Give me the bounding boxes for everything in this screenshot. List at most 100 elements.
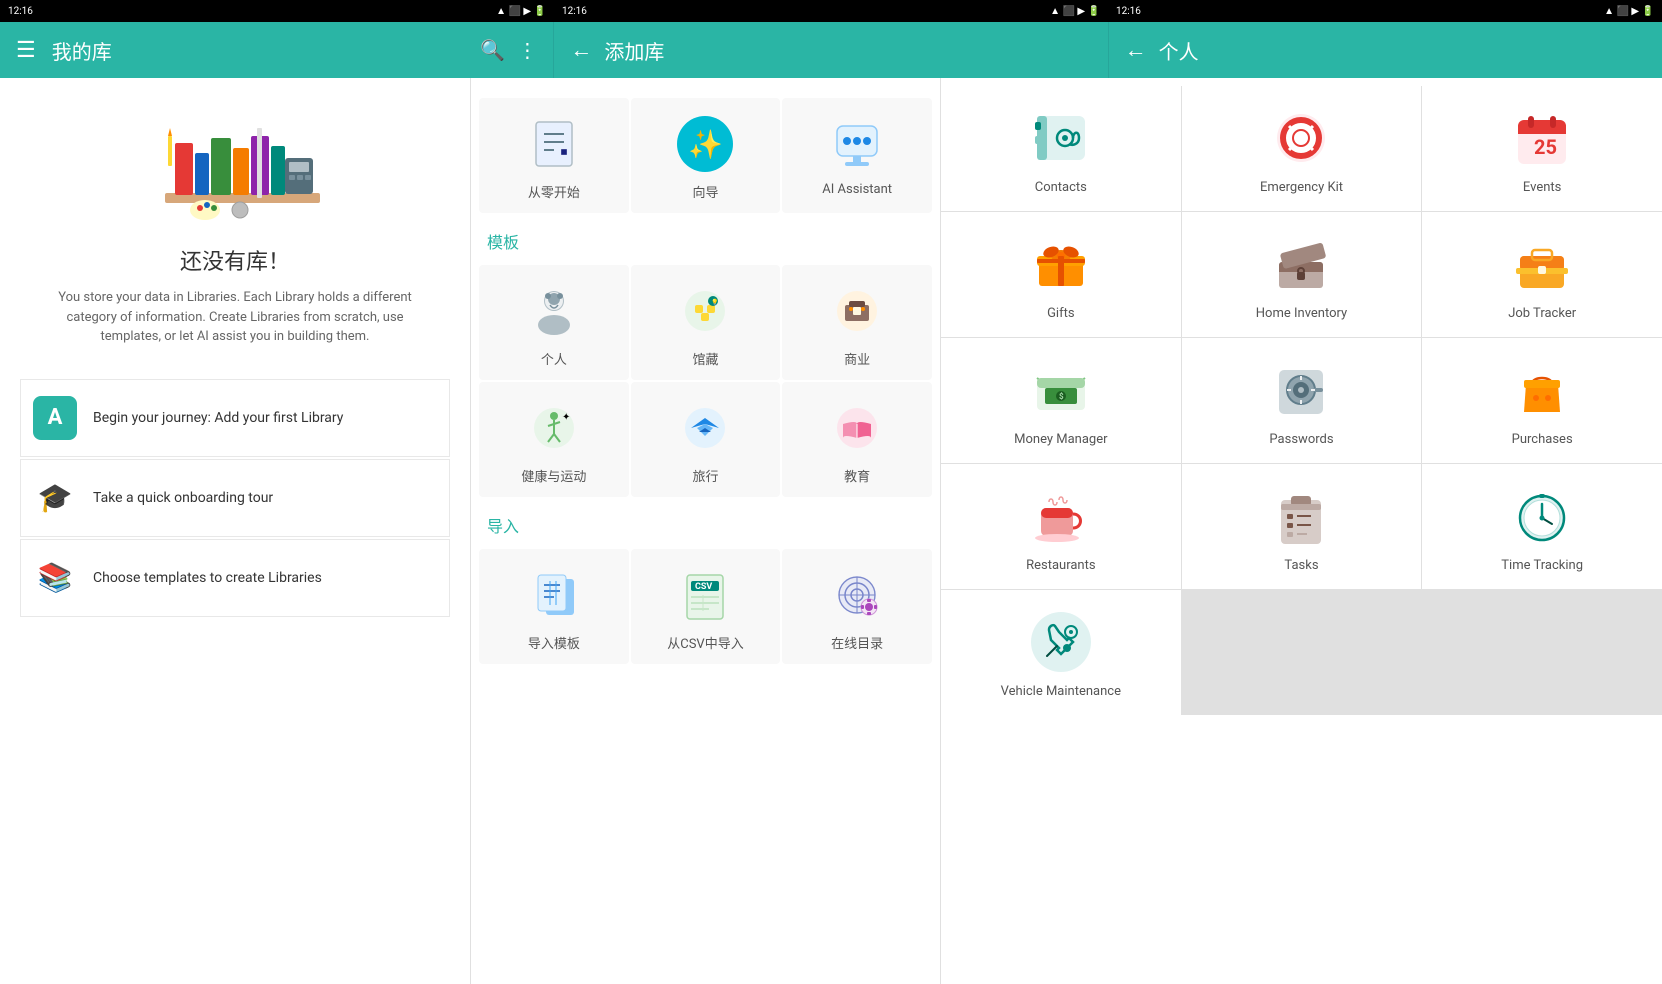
- home-inventory-label: Home Inventory: [1256, 306, 1347, 321]
- page-title-left: 我的库: [52, 36, 112, 65]
- panel-mid-content: 从零开始 ✨ 向导: [471, 78, 940, 984]
- grid-cell-gifts[interactable]: Gifts: [941, 212, 1181, 337]
- library-templates-grid: Contacts Emergency Kit: [941, 86, 1662, 715]
- page-title-right: 个人: [1159, 36, 1199, 65]
- health-label: 健康与运动: [521, 466, 586, 485]
- grid-cell-home-inventory[interactable]: Home Inventory: [1182, 212, 1422, 337]
- option-wizard[interactable]: ✨ 向导: [631, 98, 781, 213]
- grid-cell-time-tracking[interactable]: Time Tracking: [1422, 464, 1662, 589]
- events-icon: 25: [1510, 106, 1574, 170]
- contacts-icon: [1029, 106, 1093, 170]
- tasks-label: Tasks: [1284, 558, 1318, 573]
- personal-icon: [524, 281, 584, 341]
- gifts-label: Gifts: [1047, 306, 1075, 321]
- passwords-label: Passwords: [1269, 432, 1333, 447]
- top-options-grid: 从零开始 ✨ 向导: [471, 86, 940, 217]
- template-health[interactable]: ✦ 健康与运动: [479, 382, 629, 497]
- add-first-icon: A: [33, 396, 77, 440]
- panel-left-content: 还没有库！ You store your data in Libraries. …: [0, 78, 470, 984]
- ai-label: AI Assistant: [822, 182, 892, 197]
- ai-icon: [827, 114, 887, 174]
- passwords-icon: [1269, 358, 1333, 422]
- scratch-label: 从零开始: [528, 182, 580, 201]
- time-mid: 12:16: [562, 6, 587, 17]
- back-icon-mid[interactable]: ←: [570, 37, 592, 63]
- grid-cell-restaurants[interactable]: Restaurants: [941, 464, 1181, 589]
- status-bar-left: 12:16 ▲ ⬛ ▶ 🔋: [0, 0, 554, 22]
- grid-cell-contacts[interactable]: Contacts: [941, 86, 1181, 211]
- restaurants-label: Restaurants: [1026, 558, 1095, 573]
- time-tracking-label: Time Tracking: [1501, 558, 1583, 573]
- grid-cell-purchases[interactable]: Purchases: [1422, 338, 1662, 463]
- status-icons-mid: ▲ ⬛ ▶ 🔋: [1050, 6, 1100, 17]
- import-template-icon: [524, 565, 584, 625]
- template-travel[interactable]: 旅行: [631, 382, 781, 497]
- contacts-label: Contacts: [1035, 180, 1087, 195]
- template-collection[interactable]: 💡 馆藏: [631, 265, 781, 380]
- wizard-icon: ✨: [675, 114, 735, 174]
- tour-icon: 🎓: [33, 476, 77, 520]
- emergency-label: Emergency Kit: [1260, 180, 1343, 195]
- menu-icon[interactable]: ☰: [16, 38, 36, 63]
- money-manager-icon: $: [1029, 358, 1093, 422]
- status-icons-left: ▲ ⬛ ▶ 🔋: [496, 6, 546, 17]
- status-icons-right: ▲ ⬛ ▶ 🔋: [1604, 6, 1654, 17]
- add-first-label: Begin your journey: Add your first Libra…: [93, 410, 343, 426]
- svg-text:✦: ✦: [562, 412, 570, 423]
- business-icon: [827, 281, 887, 341]
- money-manager-label: Money Manager: [1014, 432, 1107, 447]
- grid-cell-emergency[interactable]: Emergency Kit: [1182, 86, 1422, 211]
- grid-cell-vehicle[interactable]: Vehicle Maintenance: [941, 590, 1181, 715]
- panel-right-content: Contacts Emergency Kit: [941, 78, 1662, 984]
- more-icon[interactable]: ⋮: [517, 38, 537, 62]
- education-label: 教育: [844, 466, 870, 485]
- topbar-left: ☰ 我的库 🔍 ⋮: [0, 22, 554, 78]
- action-templates[interactable]: 📚 Choose templates to create Libraries: [20, 539, 450, 617]
- grid-cell-money-manager[interactable]: $ Money Manager: [941, 338, 1181, 463]
- emergency-icon: [1269, 106, 1333, 170]
- vehicle-icon: [1029, 610, 1093, 674]
- option-scratch[interactable]: 从零开始: [479, 98, 629, 213]
- restaurants-icon: [1029, 484, 1093, 548]
- tasks-icon: [1269, 484, 1333, 548]
- wizard-label: 向导: [692, 182, 718, 201]
- panel-left: 还没有库！ You store your data in Libraries. …: [0, 78, 470, 984]
- topbar-left-actions: 🔍 ⋮: [480, 38, 537, 62]
- home-inventory-icon: [1269, 232, 1333, 296]
- time-tracking-icon: [1510, 484, 1574, 548]
- option-ai[interactable]: AI Assistant: [782, 98, 932, 213]
- time-left: 12:16: [8, 6, 33, 17]
- travel-icon: [675, 398, 735, 458]
- business-label: 商业: [844, 349, 870, 368]
- templates-label: Choose templates to create Libraries: [93, 570, 322, 586]
- search-icon[interactable]: 🔍: [480, 38, 505, 62]
- collection-label: 馆藏: [692, 349, 718, 368]
- time-right: 12:16: [1116, 6, 1141, 17]
- topbar-right: ← 个人: [1109, 22, 1662, 78]
- import-template-item[interactable]: 导入模板: [479, 549, 629, 664]
- purchases-label: Purchases: [1512, 432, 1573, 447]
- status-bar-right: 12:16 ▲ ⬛ ▶ 🔋: [1108, 0, 1662, 22]
- template-personal[interactable]: 个人: [479, 265, 629, 380]
- back-icon-right[interactable]: ←: [1125, 37, 1147, 63]
- import-section-header: 导入: [471, 501, 940, 545]
- grid-cell-events[interactable]: 25 Events: [1422, 86, 1662, 211]
- import-csv-icon: CSV: [675, 565, 735, 625]
- education-icon: [827, 398, 887, 458]
- content-row: 还没有库！ You store your data in Libraries. …: [0, 78, 1662, 984]
- action-tour[interactable]: 🎓 Take a quick onboarding tour: [20, 459, 450, 537]
- page-title-mid: 添加库: [604, 36, 664, 65]
- template-business[interactable]: 商业: [782, 265, 932, 380]
- template-education[interactable]: 教育: [782, 382, 932, 497]
- grid-cell-passwords[interactable]: Passwords: [1182, 338, 1422, 463]
- online-catalog-item[interactable]: 在线目录: [782, 549, 932, 664]
- empty-title: 还没有库！: [180, 244, 290, 276]
- action-add-first[interactable]: A Begin your journey: Add your first Lib…: [20, 379, 450, 457]
- grid-cell-tasks[interactable]: Tasks: [1182, 464, 1422, 589]
- templates-icon: 📚: [33, 556, 77, 600]
- topbar-mid: ← 添加库: [554, 22, 1108, 78]
- action-list: A Begin your journey: Add your first Lib…: [20, 379, 450, 617]
- grid-cell-job-tracker[interactable]: Job Tracker: [1422, 212, 1662, 337]
- import-csv-item[interactable]: CSV 从CSV中导入: [631, 549, 781, 664]
- purchases-icon: [1510, 358, 1574, 422]
